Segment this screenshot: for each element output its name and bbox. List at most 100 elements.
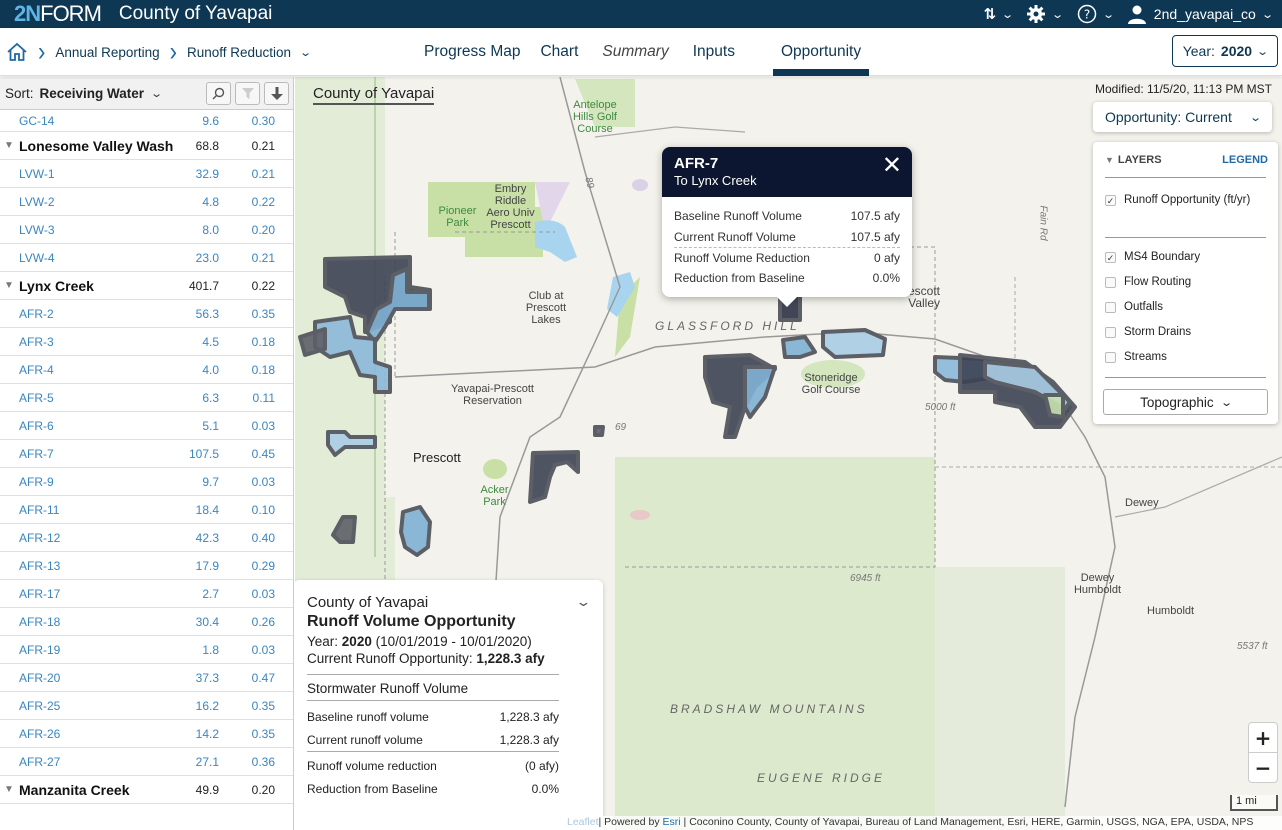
sort-menu-button[interactable]: ⇅ ⌄ bbox=[984, 5, 1015, 23]
checkbox-checked[interactable]: ✓ bbox=[1105, 251, 1116, 263]
item-name[interactable]: AFR-5 bbox=[19, 391, 54, 405]
search-button[interactable] bbox=[206, 82, 231, 105]
home-icon[interactable] bbox=[6, 42, 28, 62]
opportunity-select[interactable]: Opportunity: Current ⌄ bbox=[1093, 102, 1272, 132]
item-name[interactable]: AFR-18 bbox=[19, 615, 60, 629]
list-item[interactable]: AFR-12 42.3 0.40 bbox=[0, 524, 293, 552]
item-name[interactable]: AFR-13 bbox=[19, 559, 60, 573]
tab-summary[interactable]: Summary bbox=[594, 28, 676, 76]
item-name[interactable]: LVW-1 bbox=[19, 167, 55, 181]
item-name[interactable]: GC-14 bbox=[19, 114, 54, 128]
chevron-down-icon[interactable]: ⌄ bbox=[150, 87, 163, 100]
list-item[interactable]: AFR-20 37.3 0.47 bbox=[0, 664, 293, 692]
list-item[interactable]: AFR-26 14.2 0.35 bbox=[0, 720, 293, 748]
list-item[interactable]: AFR-25 16.2 0.35 bbox=[0, 692, 293, 720]
runoff-area-polygon[interactable] bbox=[528, 450, 580, 504]
legend-link[interactable]: LEGEND bbox=[1222, 154, 1268, 166]
list-item[interactable]: LVW-3 8.0 0.20 bbox=[0, 216, 293, 244]
runoff-area-polygon[interactable] bbox=[781, 335, 817, 359]
sort-select[interactable]: Receiving Water bbox=[40, 86, 145, 101]
list-item[interactable]: AFR-5 6.3 0.11 bbox=[0, 384, 293, 412]
list-item[interactable]: AFR-17 2.7 0.03 bbox=[0, 580, 293, 608]
checkbox[interactable] bbox=[1105, 276, 1116, 288]
layer-storm-drains[interactable]: Storm Drains bbox=[1105, 326, 1191, 338]
tab-chart[interactable]: Chart bbox=[532, 28, 586, 76]
zoom-in-button[interactable]: + bbox=[1249, 723, 1277, 753]
item-name[interactable]: AFR-26 bbox=[19, 727, 60, 741]
item-name[interactable]: AFR-7 bbox=[19, 447, 54, 461]
runoff-area-polygon[interactable] bbox=[593, 425, 605, 437]
item-name[interactable]: AFR-3 bbox=[19, 335, 54, 349]
chevron-down-icon[interactable]: ⌄ bbox=[299, 46, 312, 59]
runoff-area-polygon[interactable] bbox=[743, 365, 777, 419]
group-row[interactable]: ▼ Lynx Creek 401.7 0.22 bbox=[0, 272, 293, 300]
list-item[interactable]: AFR-2 56.3 0.35 bbox=[0, 300, 293, 328]
layer-streams[interactable]: Streams bbox=[1105, 351, 1167, 363]
checkbox[interactable] bbox=[1105, 351, 1116, 363]
esri-link[interactable]: Esri bbox=[663, 816, 681, 828]
checkbox[interactable] bbox=[1105, 301, 1116, 313]
item-name[interactable]: Lonesome Valley Wash bbox=[19, 138, 173, 154]
item-name[interactable]: AFR-4 bbox=[19, 363, 54, 377]
download-button[interactable] bbox=[264, 82, 289, 105]
layer-flow-routing[interactable]: Flow Routing bbox=[1105, 276, 1191, 288]
breadcrumb-runoff-reduction[interactable]: Runoff Reduction bbox=[187, 45, 291, 60]
collapse-chevron-icon[interactable]: ⌄ bbox=[575, 594, 591, 610]
checkbox[interactable] bbox=[1105, 326, 1116, 338]
item-name[interactable]: Manzanita Creek bbox=[19, 782, 129, 798]
caret-down-icon[interactable]: ▼ bbox=[4, 784, 14, 795]
layer-runoff-opportunity[interactable]: ✓ Runoff Opportunity (ft/yr) bbox=[1105, 194, 1250, 206]
filter-button[interactable] bbox=[235, 82, 260, 105]
settings-menu-button[interactable]: ⌄ bbox=[1026, 4, 1064, 24]
item-name[interactable]: LVW-2 bbox=[19, 195, 55, 209]
breadcrumb-annual-reporting[interactable]: Annual Reporting bbox=[55, 45, 159, 60]
layers-header[interactable]: ▼ LAYERS bbox=[1105, 154, 1162, 166]
runoff-area-polygon[interactable] bbox=[1043, 393, 1065, 419]
list-item[interactable]: AFR-9 9.7 0.03 bbox=[0, 468, 293, 496]
list-item[interactable]: AFR-27 27.1 0.36 bbox=[0, 748, 293, 776]
group-row[interactable]: ▼ Manzanita Creek 49.9 0.20 bbox=[0, 776, 293, 804]
item-name[interactable]: AFR-11 bbox=[19, 503, 59, 517]
runoff-area-polygon[interactable] bbox=[821, 328, 887, 359]
item-name[interactable]: LVW-4 bbox=[19, 251, 55, 265]
list-item[interactable]: GC-14 9.6 0.30 bbox=[0, 110, 293, 132]
group-row[interactable]: ▼ Lonesome Valley Wash 68.8 0.21 bbox=[0, 132, 293, 160]
list-item[interactable]: AFR-4 4.0 0.18 bbox=[0, 356, 293, 384]
zoom-out-button[interactable]: − bbox=[1249, 753, 1277, 782]
list-item[interactable]: AFR-11 18.4 0.10 bbox=[0, 496, 293, 524]
map-view[interactable]: County of Yavapai Antelope Hills Golf Co… bbox=[295, 77, 1282, 830]
list-item[interactable]: AFR-13 17.9 0.29 bbox=[0, 552, 293, 580]
leaflet-link[interactable]: Leaflet bbox=[567, 816, 599, 828]
layer-outfalls[interactable]: Outfalls bbox=[1105, 301, 1163, 313]
item-name[interactable]: AFR-9 bbox=[19, 475, 54, 489]
help-menu-button[interactable]: ? ⌄ bbox=[1077, 4, 1115, 24]
list-item[interactable]: AFR-3 4.5 0.18 bbox=[0, 328, 293, 356]
basemap-select[interactable]: Topographic ⌄ bbox=[1103, 389, 1268, 415]
item-name[interactable]: Lynx Creek bbox=[19, 278, 94, 294]
item-name[interactable]: AFR-12 bbox=[19, 531, 60, 545]
list-item[interactable]: AFR-19 1.8 0.03 bbox=[0, 636, 293, 664]
item-name[interactable]: LVW-3 bbox=[19, 223, 55, 237]
item-name[interactable]: AFR-17 bbox=[19, 587, 60, 601]
runoff-area-polygon[interactable] bbox=[399, 505, 432, 557]
item-name[interactable]: AFR-27 bbox=[19, 755, 60, 769]
list-item[interactable]: AFR-6 5.1 0.03 bbox=[0, 412, 293, 440]
close-icon[interactable]: ✕ bbox=[882, 151, 902, 180]
tab-inputs[interactable]: Inputs bbox=[685, 28, 743, 76]
tab-progress-map[interactable]: Progress Map bbox=[416, 28, 528, 76]
app-logo[interactable]: 2N FORM bbox=[14, 1, 102, 27]
caret-down-icon[interactable]: ▼ bbox=[4, 280, 14, 291]
checkbox-checked[interactable]: ✓ bbox=[1105, 194, 1116, 206]
item-name[interactable]: AFR-6 bbox=[19, 419, 54, 433]
item-name[interactable]: AFR-25 bbox=[19, 699, 60, 713]
caret-down-icon[interactable]: ▼ bbox=[4, 140, 14, 151]
tab-opportunity[interactable]: Opportunity bbox=[772, 28, 870, 76]
user-menu-button[interactable]: 2nd_yavapai_co ⌄ bbox=[1127, 4, 1274, 24]
year-select[interactable]: Year: 2020 ⌄ bbox=[1172, 35, 1278, 67]
list-item[interactable]: LVW-2 4.8 0.22 bbox=[0, 188, 293, 216]
list-item[interactable]: LVW-1 32.9 0.21 bbox=[0, 160, 293, 188]
list-item[interactable]: LVW-4 23.0 0.21 bbox=[0, 244, 293, 272]
item-name[interactable]: AFR-20 bbox=[19, 671, 60, 685]
layer-ms4-boundary[interactable]: ✓ MS4 Boundary bbox=[1105, 251, 1200, 263]
item-name[interactable]: AFR-2 bbox=[19, 307, 54, 321]
